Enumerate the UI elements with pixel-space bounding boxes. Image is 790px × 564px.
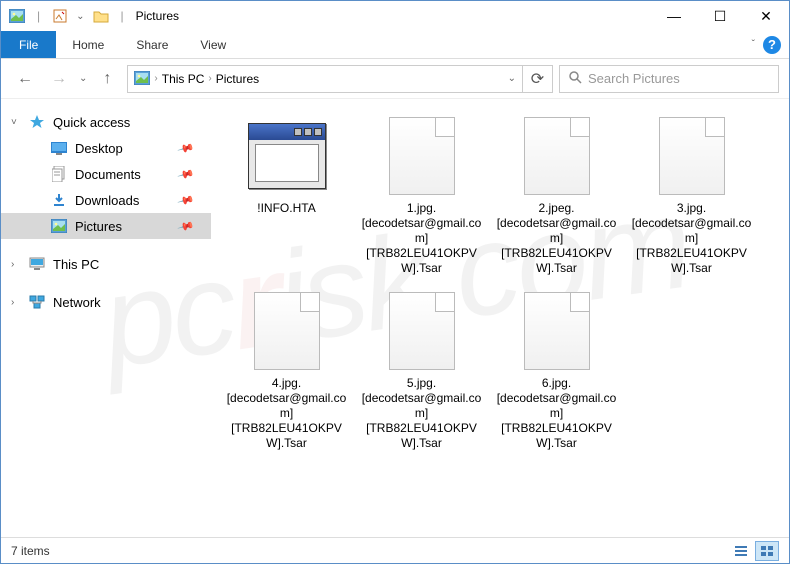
sidebar-item-documents[interactable]: Documents 📌 <box>1 161 211 187</box>
file-menu[interactable]: File <box>1 31 56 58</box>
file-item[interactable]: !INFO.HTA <box>219 115 354 276</box>
unknown-file-icon <box>524 117 590 195</box>
separator: | <box>37 9 40 23</box>
pin-icon: 📌 <box>177 217 195 235</box>
breadcrumb-separator: › <box>208 73 211 84</box>
help-button[interactable]: ? <box>763 36 781 54</box>
minimize-button[interactable]: — <box>651 1 697 31</box>
forward-button[interactable]: → <box>45 65 73 93</box>
file-list: !INFO.HTA 1.jpg.[decodetsar@gmail.com][TR… <box>211 99 789 537</box>
file-name: 6.jpg.[decodetsar@gmail.com][TRB82LEU41O… <box>497 376 617 451</box>
properties-icon[interactable] <box>52 8 68 24</box>
search-icon <box>568 70 582 87</box>
file-name: 4.jpg.[decodetsar@gmail.com][TRB82LEU41O… <box>227 376 347 451</box>
breadcrumb-separator: › <box>154 73 157 84</box>
pictures-icon <box>51 218 67 234</box>
file-item[interactable]: 6.jpg.[decodetsar@gmail.com][TRB82LEU41O… <box>489 290 624 451</box>
network-icon <box>29 294 45 310</box>
sidebar-item-label: This PC <box>53 257 99 272</box>
search-input[interactable] <box>588 71 770 86</box>
unknown-file-icon <box>389 292 455 370</box>
sidebar-this-pc[interactable]: › This PC <box>1 251 211 277</box>
navigation-bar: ← → ⌄ ↑ › This PC › Pictures ⌄ ⟳ <box>1 59 789 99</box>
file-item[interactable]: 1.jpg.[decodetsar@gmail.com][TRB82LEU41O… <box>354 115 489 276</box>
documents-icon <box>51 166 67 182</box>
status-bar: 7 items <box>1 537 789 563</box>
sidebar-item-desktop[interactable]: Desktop 📌 <box>1 135 211 161</box>
file-name: 1.jpg.[decodetsar@gmail.com][TRB82LEU41O… <box>362 201 482 276</box>
window-title: Pictures <box>136 9 179 23</box>
chevron-right-icon[interactable]: › <box>11 297 14 308</box>
titlebar: | ⌄ | Pictures — ☐ ✕ <box>1 1 789 31</box>
ribbon-expand-icon[interactable]: ˇ <box>752 39 755 50</box>
pin-icon: 📌 <box>177 191 195 209</box>
chevron-right-icon[interactable]: › <box>11 259 14 270</box>
file-name: 3.jpg.[decodetsar@gmail.com][TRB82LEU41O… <box>632 201 752 276</box>
file-name: 5.jpg.[decodetsar@gmail.com][TRB82LEU41O… <box>362 376 482 451</box>
chevron-down-icon[interactable]: ˅ <box>11 117 17 128</box>
pictures-icon <box>9 8 25 24</box>
breadcrumb-pictures[interactable]: Pictures <box>216 72 259 86</box>
sidebar-item-label: Pictures <box>75 219 122 234</box>
breadcrumb-this-pc[interactable]: This PC <box>162 72 205 86</box>
tab-share[interactable]: Share <box>120 31 184 58</box>
body: ˅ Quick access Desktop 📌 Documents 📌 Dow <box>1 99 789 537</box>
item-count: 7 items <box>11 544 50 558</box>
sidebar-item-label: Documents <box>75 167 141 182</box>
address-dropdown-icon[interactable]: ⌄ <box>508 73 516 84</box>
details-view-button[interactable] <box>729 541 753 561</box>
folder-icon <box>93 8 109 24</box>
history-dropdown-icon[interactable]: ⌄ <box>79 73 87 84</box>
refresh-button[interactable]: ⟳ <box>523 65 553 93</box>
file-name: 2.jpeg.[decodetsar@gmail.com][TRB82LEU41… <box>497 201 617 276</box>
file-item[interactable]: 3.jpg.[decodetsar@gmail.com][TRB82LEU41O… <box>624 115 759 276</box>
hta-icon <box>248 123 326 189</box>
downloads-icon <box>51 192 67 208</box>
maximize-button[interactable]: ☐ <box>697 1 743 31</box>
sidebar-item-label: Desktop <box>75 141 123 156</box>
file-item[interactable]: 2.jpeg.[decodetsar@gmail.com][TRB82LEU41… <box>489 115 624 276</box>
unknown-file-icon <box>659 117 725 195</box>
file-item[interactable]: 4.jpg.[decodetsar@gmail.com][TRB82LEU41O… <box>219 290 354 451</box>
pictures-icon <box>134 71 150 87</box>
unknown-file-icon <box>254 292 320 370</box>
sidebar-item-pictures[interactable]: Pictures 📌 <box>1 213 211 239</box>
file-name: !INFO.HTA <box>257 201 315 216</box>
sidebar-network[interactable]: › Network <box>1 289 211 315</box>
sidebar-item-label: Downloads <box>75 193 139 208</box>
unknown-file-icon <box>524 292 590 370</box>
ribbon: File Home Share View ˇ ? <box>1 31 789 59</box>
star-icon <box>29 114 45 130</box>
unknown-file-icon <box>389 117 455 195</box>
sidebar-item-downloads[interactable]: Downloads 📌 <box>1 187 211 213</box>
pin-icon: 📌 <box>177 165 195 183</box>
sidebar-item-label: Network <box>53 295 101 310</box>
large-icons-view-button[interactable] <box>755 541 779 561</box>
desktop-icon <box>51 140 67 156</box>
search-box[interactable] <box>559 65 779 93</box>
file-item[interactable]: 5.jpg.[decodetsar@gmail.com][TRB82LEU41O… <box>354 290 489 451</box>
up-button[interactable]: ↑ <box>93 65 121 93</box>
back-button[interactable]: ← <box>11 65 39 93</box>
sidebar-item-label: Quick access <box>53 115 130 130</box>
tab-view[interactable]: View <box>184 31 242 58</box>
this-pc-icon <box>29 256 45 272</box>
address-bar[interactable]: › This PC › Pictures ⌄ <box>127 65 523 93</box>
navigation-pane: ˅ Quick access Desktop 📌 Documents 📌 Dow <box>1 99 211 537</box>
close-button[interactable]: ✕ <box>743 1 789 31</box>
sidebar-quick-access[interactable]: ˅ Quick access <box>1 109 211 135</box>
title-separator: | <box>121 9 124 23</box>
tab-home[interactable]: Home <box>56 31 120 58</box>
qat-dropdown-icon[interactable]: ⌄ <box>76 11 84 22</box>
pin-icon: 📌 <box>177 139 195 157</box>
